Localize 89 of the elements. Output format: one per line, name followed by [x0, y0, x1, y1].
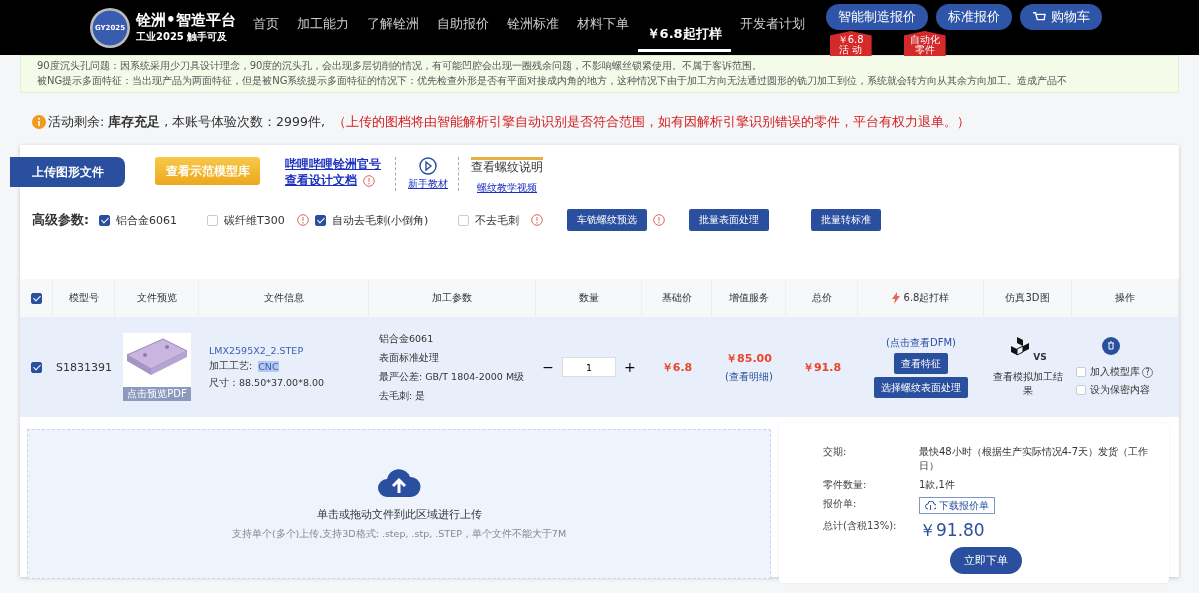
batch-button[interactable]: 车铣螺纹预选: [567, 209, 648, 231]
order-button[interactable]: 立即下单: [950, 547, 1022, 574]
process-label: 加工工艺:: [209, 359, 253, 373]
column-header: 操作: [1115, 291, 1135, 305]
option-label: 加入模型库: [1090, 365, 1140, 379]
alert-warning: （上传的图档将由智能解析引擎自动识别是否符合范围，如有因解析引擎识别错误的零件，平台有权力退单。）: [332, 113, 970, 131]
promo-badge: ￥6.8 活 动: [829, 31, 872, 56]
feature-button[interactable]: 查看特征: [894, 353, 948, 374]
slogan: 工业2025 触手可及: [136, 30, 229, 44]
option-label: 设为保密内容: [1090, 383, 1150, 397]
nav-link[interactable]: 自助报价: [427, 0, 498, 55]
column-header: 数量: [578, 291, 599, 305]
batch-button[interactable]: 批量表面处理: [689, 209, 770, 231]
column-header: 加工参数: [432, 291, 472, 305]
simulation-label: 查看模拟加工结果: [993, 370, 1063, 398]
checkbox[interactable]: [99, 214, 110, 226]
nav-link[interactable]: 加工能力: [287, 0, 358, 55]
params-label: 高级参数:: [32, 211, 89, 229]
header-button[interactable]: 购物车: [1019, 4, 1102, 30]
column-header: 6.8起打样: [903, 291, 950, 305]
summary-value: 1款,1件: [919, 478, 956, 492]
total-price: ￥91.8: [802, 359, 842, 375]
notice-text: 90度沉头孔问题：因系统采用少刀具设计理念，90度的沉头孔，会出现多层切削的情况，有可能凹腔会出现一圈残余问题，不影响螺丝锁紧使用。不属于客诉范围。: [37, 59, 764, 73]
brand-name: 铨洲•智造平台: [136, 11, 236, 30]
upload-hint: 支持单个(多个)上传,支持3D格式: .step, .stp, .STEP，单个文件不能大于7M: [231, 528, 567, 541]
nav-link[interactable]: 了解铨洲: [357, 0, 428, 55]
option-label: 碳纤维T300: [224, 212, 285, 228]
upload-title: 单击或拖动文件到此区域进行上传: [316, 507, 482, 522]
option-label: 铝合金6061: [116, 212, 177, 228]
summary-value: 最快48小时（根据生产实际情况4-7天）发货（工作日）: [919, 445, 1149, 473]
upload-dropzone[interactable]: 单击或拖动文件到此区域进行上传 支持单个(多个)上传,支持3D格式: .step, .stp, .STEP，单个文件不能大于7M: [27, 429, 771, 579]
header-button[interactable]: 智能制造报价: [825, 4, 928, 30]
info-icon: [32, 115, 46, 129]
cart-icon: [1031, 11, 1046, 23]
thread-tab[interactable]: 查看螺纹说明: [471, 160, 543, 175]
column-header: 总价: [811, 291, 832, 305]
checkbox[interactable]: [314, 214, 326, 226]
model-number: S1831391: [56, 360, 112, 374]
header-button[interactable]: 标准报价: [935, 4, 1012, 30]
total-amount: ￥91.80: [919, 519, 986, 542]
tutorial-link[interactable]: 新手教材: [408, 177, 448, 191]
download-quote-button[interactable]: 下载报价单: [919, 497, 995, 514]
column-header: 文件预览: [136, 291, 177, 305]
nav-link[interactable]: ￥6.8起打样: [637, 9, 731, 52]
batch-button[interactable]: 批量转标准: [811, 209, 882, 231]
nav-link[interactable]: 首页: [243, 0, 288, 55]
notice-text: 被NG提示多面特征：当出现产品为两面特征，但是被NG系统提示多面特征的情况下：优先检查外形是否有平面对接成内角的地方，这种情况下由于加工方向无法通过圆形的铣刀加工到位，系统就会转方向从其余方向加工。造成产品不: [37, 74, 1069, 88]
nav-link[interactable]: 材料下单: [567, 0, 638, 55]
dfm-link[interactable]: (点击查看DFM): [886, 336, 956, 350]
file-name-link[interactable]: LMX2595X2_2.STEP: [209, 344, 304, 356]
size-text: 尺寸：88.50*37.00*8.00: [209, 376, 325, 390]
delete-icon[interactable]: [1102, 337, 1120, 355]
alert-text: 活动剩余: 库存充足 , 本账号体验次数：2999件,: [48, 113, 325, 131]
nav-link[interactable]: 开发者计划: [730, 0, 814, 55]
thread-video-link[interactable]: 螺纹教学视频: [477, 181, 537, 195]
thread-surface-button[interactable]: 选择螺纹表面处理: [874, 377, 968, 398]
option-label: 自动去毛刺(小倒角): [331, 212, 429, 228]
param-text: 去毛刺: 是: [379, 389, 426, 403]
play-icon: [419, 157, 437, 175]
detail-link[interactable]: (查看明细): [725, 369, 773, 384]
column-header: 文件信息: [263, 291, 304, 305]
promo-badge: 自动化 零件: [903, 31, 946, 56]
summary-label: 总计(含税13%):: [823, 519, 898, 533]
row-checkbox[interactable]: [31, 361, 42, 373]
upload-tab[interactable]: 上传图形文件: [10, 157, 125, 187]
param-text: 表面标准处理: [379, 351, 439, 365]
decrease-button[interactable]: −: [538, 359, 558, 375]
column-header: 模型号: [68, 291, 99, 305]
warning-icon: [363, 174, 375, 187]
summary-label: 交期:: [823, 445, 848, 459]
process-value: CNC: [258, 360, 279, 372]
option-label: 不去毛刺: [475, 212, 520, 228]
summary-label: 零件数量:: [823, 478, 868, 492]
lightning-icon: [891, 292, 900, 304]
column-header: 基础价: [661, 291, 692, 305]
design-doc-link[interactable]: 查看设计文档: [285, 173, 357, 188]
nav-link[interactable]: 铨洲标准: [497, 0, 568, 55]
column-header: 增值服务: [728, 291, 769, 305]
increase-button[interactable]: +: [620, 359, 640, 375]
service-price: ￥85.00: [726, 350, 772, 366]
bilibili-link[interactable]: 哔哩哔哩铨洲官号: [285, 157, 381, 172]
param-text: 最严公差: GB/T 1804-2000 M级: [379, 370, 525, 384]
cloud-download-icon: [925, 501, 936, 510]
summary-label: 报价单:: [823, 497, 858, 511]
column-header: 仿真3D图: [1005, 291, 1050, 305]
param-text: 铝合金6061: [379, 332, 434, 346]
quantity-field[interactable]: 1: [562, 357, 616, 377]
base-price: ￥6.8: [661, 359, 693, 375]
select-all-checkbox[interactable]: [30, 292, 42, 304]
